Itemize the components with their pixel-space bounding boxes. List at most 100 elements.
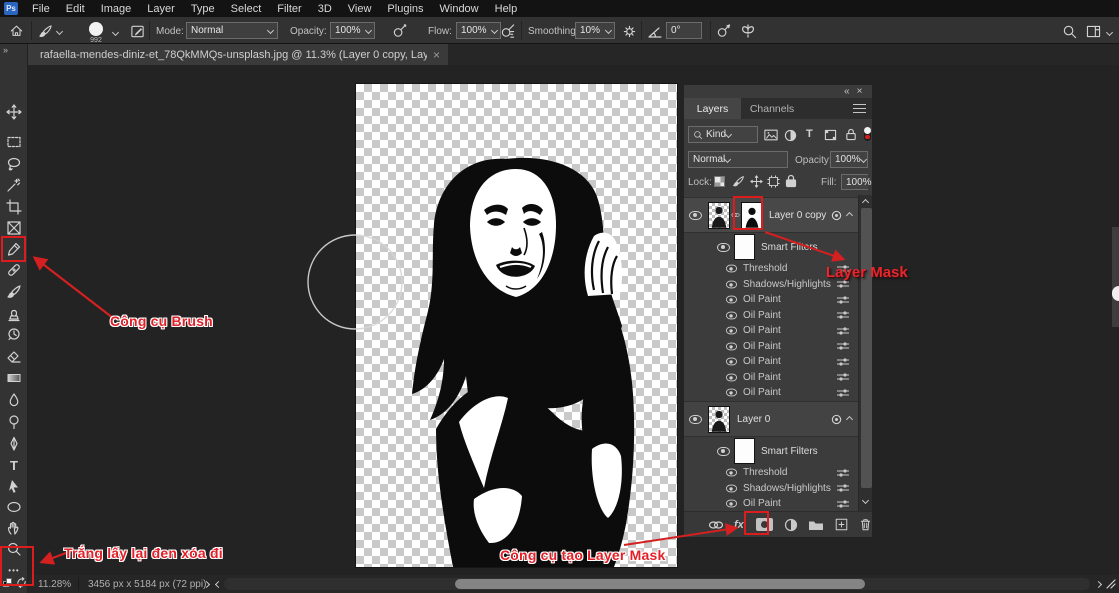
brush-tool[interactable] bbox=[5, 283, 23, 301]
filter-entry[interactable]: Oil Paint bbox=[684, 323, 858, 339]
layers-scrollbar[interactable] bbox=[858, 195, 872, 511]
smoothing-value[interactable]: 10% bbox=[575, 22, 602, 39]
object-selection-tool[interactable] bbox=[5, 177, 23, 195]
scrollbar-thumb[interactable] bbox=[861, 208, 872, 488]
layer-style-fx-icon[interactable]: fx bbox=[734, 519, 744, 531]
brush-preview-chevron[interactable] bbox=[112, 29, 119, 36]
flow-value[interactable]: 100% bbox=[456, 22, 488, 39]
filter-type-icon[interactable]: T bbox=[806, 128, 813, 140]
menu-help[interactable]: Help bbox=[487, 0, 526, 17]
brush-tool-preset-icon[interactable] bbox=[38, 24, 62, 39]
canvas[interactable] bbox=[356, 84, 677, 567]
visibility-eye-icon[interactable] bbox=[717, 243, 730, 252]
filter-entry[interactable]: Threshold bbox=[684, 465, 858, 481]
filter-entry[interactable]: Oil Paint bbox=[684, 308, 858, 324]
menu-type[interactable]: Type bbox=[183, 0, 223, 17]
collapse-filters-chevron[interactable] bbox=[846, 415, 853, 422]
delete-layer-icon[interactable] bbox=[859, 518, 872, 531]
tab-layers[interactable]: Layers bbox=[684, 98, 741, 119]
shape-tool[interactable] bbox=[5, 498, 23, 516]
visibility-eye-icon[interactable] bbox=[689, 415, 702, 424]
panel-menu-icon[interactable] bbox=[853, 104, 866, 113]
right-edge-handle[interactable] bbox=[1112, 286, 1119, 301]
type-tool[interactable]: T bbox=[5, 456, 23, 474]
smoothing-gear-icon[interactable] bbox=[622, 24, 637, 39]
filter-kind-select[interactable]: Kind bbox=[688, 126, 758, 143]
workspace-switcher-icon[interactable] bbox=[1086, 25, 1101, 38]
status-prev-icon[interactable] bbox=[215, 581, 222, 588]
blur-tool[interactable] bbox=[5, 391, 23, 409]
frame-tool[interactable] bbox=[5, 219, 23, 237]
filter-image-icon[interactable] bbox=[764, 129, 778, 141]
visibility-eye-icon[interactable] bbox=[717, 447, 730, 456]
zoom-level[interactable]: 11.28% bbox=[38, 579, 71, 590]
workspace-chevron[interactable] bbox=[1106, 29, 1113, 36]
filter-toggle[interactable] bbox=[864, 127, 871, 141]
new-layer-icon[interactable] bbox=[835, 518, 848, 531]
history-brush-tool[interactable] bbox=[5, 326, 23, 344]
lock-image-icon[interactable] bbox=[732, 175, 745, 188]
menu-layer[interactable]: Layer bbox=[139, 0, 183, 17]
brush-size-preview[interactable]: 992 bbox=[89, 22, 103, 44]
toolbar-collapse-icon[interactable]: » bbox=[3, 45, 7, 55]
new-group-icon[interactable] bbox=[808, 518, 824, 531]
collapse-filters-chevron[interactable] bbox=[846, 211, 853, 218]
path-selection-tool[interactable] bbox=[5, 477, 23, 495]
dodge-tool[interactable] bbox=[5, 413, 23, 431]
smart-filter-thumbnail[interactable] bbox=[734, 234, 755, 260]
eraser-tool[interactable] bbox=[5, 348, 23, 366]
pen-tool[interactable] bbox=[5, 435, 23, 453]
menu-view[interactable]: View bbox=[340, 0, 380, 17]
filter-entry[interactable]: Oil Paint bbox=[684, 370, 858, 386]
pressure-size-icon[interactable] bbox=[716, 24, 732, 39]
lock-position-icon[interactable] bbox=[750, 175, 763, 188]
panel-collapse-icon[interactable]: « bbox=[844, 86, 850, 97]
healing-brush-tool[interactable] bbox=[5, 261, 23, 279]
filter-adjustment-icon[interactable] bbox=[784, 129, 797, 145]
menu-select[interactable]: Select bbox=[223, 0, 270, 17]
document-tab[interactable]: rafaella-mendes-diniz-et_78QkMMQs-unspla… bbox=[28, 44, 448, 65]
horizontal-scrollbar[interactable] bbox=[224, 578, 1090, 590]
menu-file[interactable]: File bbox=[24, 0, 58, 17]
smoothing-chevron[interactable] bbox=[602, 22, 615, 39]
menu-plugins[interactable]: Plugins bbox=[379, 0, 431, 17]
smart-filter-thumbnail[interactable] bbox=[734, 438, 755, 464]
visibility-eye-icon[interactable] bbox=[689, 211, 702, 220]
filter-smart-object-icon[interactable] bbox=[845, 128, 857, 141]
layer-name[interactable]: Layer 0 bbox=[737, 414, 770, 425]
opacity-chevron[interactable] bbox=[362, 22, 375, 39]
menu-window[interactable]: Window bbox=[432, 0, 487, 17]
marquee-tool[interactable] bbox=[5, 133, 23, 151]
filter-shape-icon[interactable] bbox=[824, 129, 837, 141]
smart-filters-row[interactable]: Smart Filters bbox=[684, 233, 858, 261]
tab-channels[interactable]: Channels bbox=[741, 98, 803, 119]
layer-thumbnail[interactable] bbox=[708, 406, 730, 433]
layer-name[interactable]: Layer 0 copy bbox=[769, 210, 826, 221]
filter-entry[interactable]: Oil Paint bbox=[684, 292, 858, 308]
smart-filter-badge-icon[interactable] bbox=[831, 414, 842, 425]
lasso-tool[interactable] bbox=[5, 155, 23, 173]
link-layers-icon[interactable] bbox=[708, 520, 724, 530]
layer-row-layer0[interactable]: Layer 0 bbox=[684, 401, 858, 437]
blend-mode-select[interactable]: Normal bbox=[688, 151, 788, 168]
filter-entry[interactable]: Oil Paint bbox=[684, 339, 858, 355]
menu-3d[interactable]: 3D bbox=[310, 0, 340, 17]
opacity-value[interactable]: 100% bbox=[330, 22, 362, 39]
layer-row-layer0copy[interactable]: Layer 0 copy bbox=[684, 197, 858, 233]
menu-image[interactable]: Image bbox=[93, 0, 140, 17]
horizontal-scrollbar-thumb[interactable] bbox=[455, 579, 865, 589]
smart-filter-badge-icon[interactable] bbox=[831, 210, 842, 221]
tab-close-icon[interactable]: × bbox=[433, 48, 440, 62]
menu-edit[interactable]: Edit bbox=[58, 0, 93, 17]
gradient-tool[interactable] bbox=[5, 369, 23, 387]
move-tool[interactable] bbox=[5, 103, 23, 121]
resize-grip-icon[interactable] bbox=[1106, 579, 1116, 589]
toggle-brush-panel-icon[interactable] bbox=[130, 24, 145, 39]
lock-all-icon[interactable] bbox=[785, 174, 797, 188]
filter-entry[interactable]: Shadows/Highlights bbox=[684, 481, 858, 497]
menu-filter[interactable]: Filter bbox=[269, 0, 309, 17]
clone-stamp-tool[interactable] bbox=[5, 305, 23, 323]
layer-thumbnail[interactable] bbox=[708, 202, 730, 229]
fill-value[interactable]: 100% bbox=[841, 174, 868, 190]
smart-filters-row[interactable]: Smart Filters bbox=[684, 437, 858, 465]
